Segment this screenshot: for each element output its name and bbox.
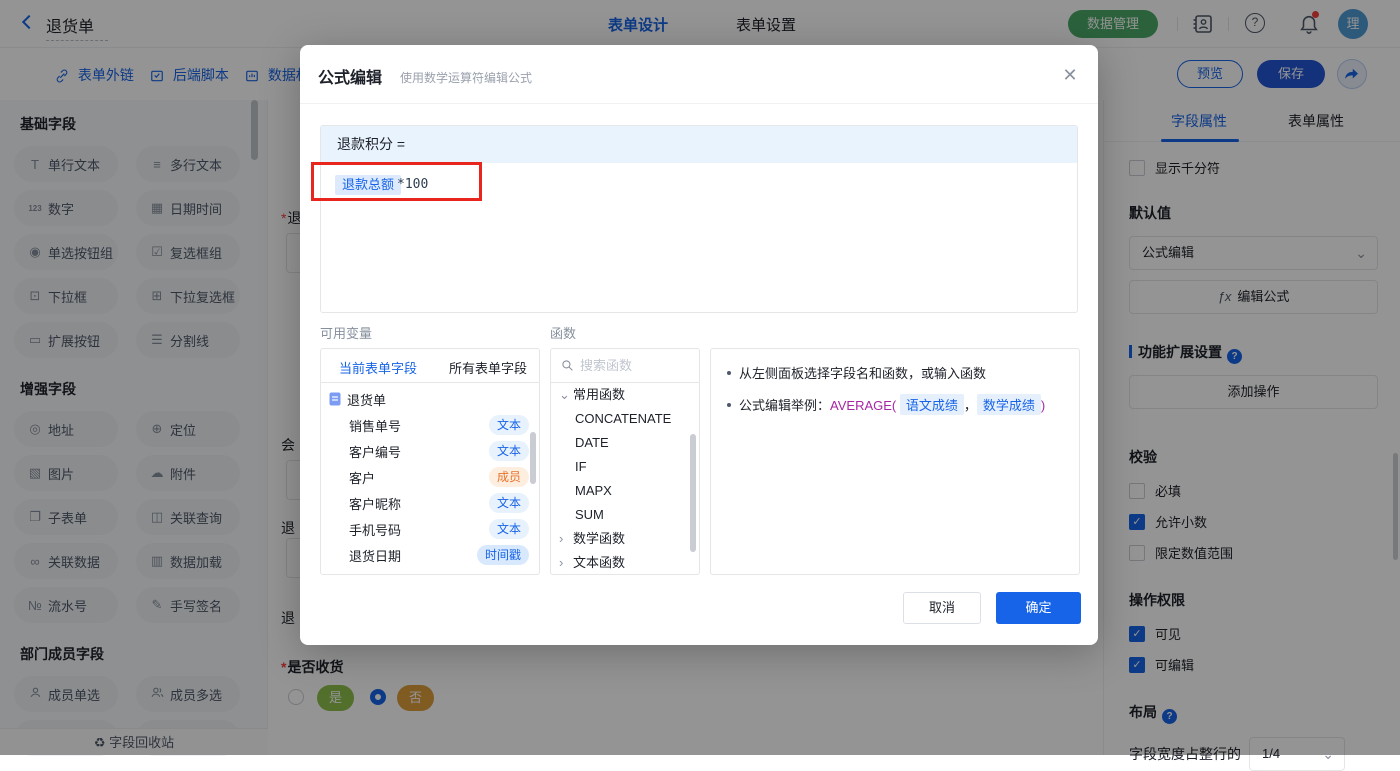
functions-label: 函数 bbox=[550, 326, 577, 341]
type-badge: 时间戳 bbox=[476, 545, 529, 565]
variable-row[interactable]: 退货日期 时间戳 bbox=[321, 542, 539, 568]
function-group-text[interactable]: › 文本函数 bbox=[551, 551, 699, 574]
type-badge: 成员 bbox=[488, 467, 529, 487]
close-icon[interactable]: ✕ bbox=[1058, 63, 1082, 87]
variable-row[interactable]: 客户编号 文本 bbox=[321, 438, 539, 464]
function-group-math[interactable]: › 数学函数 bbox=[551, 527, 699, 551]
variables-panel: 当前表单字段 所有表单字段 退货单 销售单号 文本 客户编号 文本 客户 成员 客户昵… bbox=[320, 348, 540, 575]
confirm-button[interactable]: 确定 bbox=[996, 592, 1081, 624]
function-group-common[interactable]: ⌄ 常用函数 bbox=[551, 383, 699, 407]
bullet bbox=[727, 371, 731, 375]
chevron-down-icon: ⌄ bbox=[559, 387, 570, 402]
chevron-right-icon: › bbox=[559, 555, 564, 570]
variables-label: 可用变量 bbox=[320, 326, 373, 341]
help-line-2: 公式编辑举例：AVERAGE( 语文成绩，数学成绩) bbox=[727, 394, 1063, 415]
functions-panel: ⌄常用函数 CONCATENATE DATE IF MAPX SUM ›数学函数… bbox=[550, 348, 700, 575]
bullet bbox=[727, 403, 731, 407]
example-field-chip: 语文成绩 bbox=[899, 394, 964, 415]
tab-all-form-fields[interactable]: 所有表单字段 bbox=[449, 358, 527, 377]
example-function-name: AVERAGE( bbox=[830, 398, 897, 413]
variables-scrollbar[interactable] bbox=[530, 432, 536, 484]
help-line-1: 从左侧面板选择字段名和函数，或输入函数 bbox=[727, 363, 1063, 382]
functions-scrollbar[interactable] bbox=[690, 434, 696, 552]
variables-tabs: 当前表单字段 所有表单字段 bbox=[321, 349, 539, 383]
modal-header-divider bbox=[300, 103, 1098, 104]
type-badge: 文本 bbox=[488, 441, 529, 461]
annotation-highlight-box bbox=[311, 162, 482, 201]
search-icon bbox=[562, 360, 573, 371]
chevron-right-icon: › bbox=[559, 531, 564, 546]
cancel-button[interactable]: 取消 bbox=[903, 592, 981, 624]
formula-edit-modal: 公式编辑 使用数学运算符编辑公式 ✕ 退款积分 = 退款总额 *100 可用变量… bbox=[300, 45, 1098, 645]
modal-title: 公式编辑 bbox=[318, 70, 383, 87]
variable-row[interactable]: 销售单号 文本 bbox=[321, 412, 539, 438]
type-badge: 文本 bbox=[488, 519, 529, 539]
function-item[interactable]: SUM bbox=[551, 503, 699, 527]
variable-row[interactable]: 客户昵称 文本 bbox=[321, 490, 539, 516]
function-item[interactable]: MAPX bbox=[551, 479, 699, 503]
tree-root-label: 退货单 bbox=[347, 392, 387, 408]
function-item[interactable]: IF bbox=[551, 455, 699, 479]
modal-subtitle: 使用数学运算符编辑公式 bbox=[400, 71, 533, 85]
example-close-paren: ) bbox=[1040, 398, 1046, 413]
function-search-input[interactable] bbox=[580, 358, 680, 373]
function-item[interactable]: DATE bbox=[551, 431, 699, 455]
formula-editor[interactable]: 退款积分 = 退款总额 *100 bbox=[320, 125, 1078, 313]
variable-row[interactable]: 客户 成员 bbox=[321, 464, 539, 490]
function-search[interactable] bbox=[551, 349, 699, 383]
type-badge: 文本 bbox=[488, 493, 529, 513]
variable-row[interactable]: 手机号码 文本 bbox=[321, 516, 539, 542]
formula-target: 退款积分 = bbox=[321, 126, 1077, 163]
type-badge: 文本 bbox=[488, 415, 529, 435]
document-icon bbox=[329, 392, 341, 406]
tree-root-form[interactable]: 退货单 bbox=[321, 386, 539, 412]
example-field-chip: 数学成绩 bbox=[976, 394, 1041, 415]
function-item[interactable]: CONCATENATE bbox=[551, 407, 699, 431]
formula-help-panel: 从左侧面板选择字段名和函数，或输入函数 公式编辑举例：AVERAGE( 语文成绩… bbox=[710, 348, 1080, 575]
tab-current-form-fields[interactable]: 当前表单字段 bbox=[339, 358, 417, 377]
